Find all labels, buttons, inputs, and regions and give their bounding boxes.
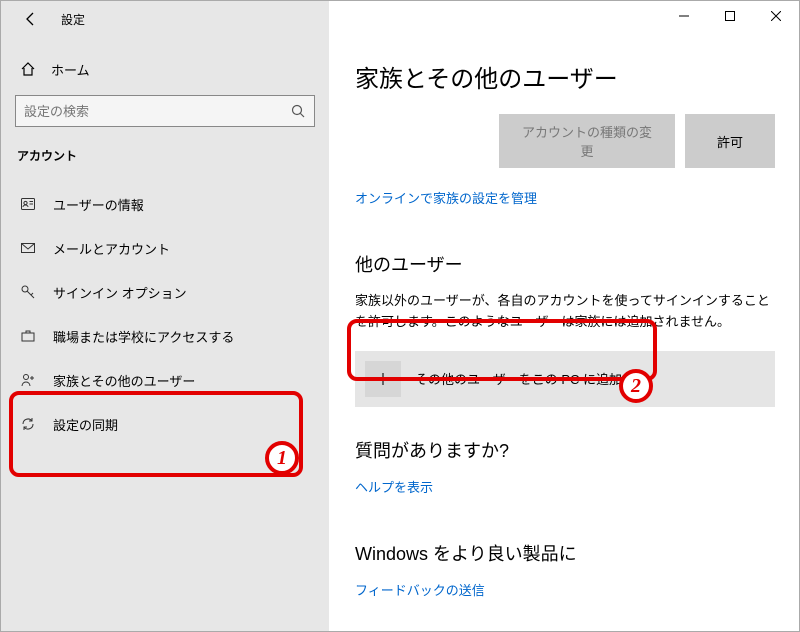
briefcase-icon: [19, 328, 37, 344]
change-account-type-button[interactable]: アカウントの種類の変更: [499, 114, 675, 168]
key-icon: [19, 284, 37, 300]
nav-item-family-users[interactable]: 家族とその他のユーザー: [1, 358, 329, 402]
plus-icon: [365, 361, 401, 397]
help-link[interactable]: ヘルプを表示: [355, 477, 775, 496]
search-input[interactable]: [24, 104, 290, 119]
nav-label: 設定の同期: [53, 415, 118, 434]
allow-button[interactable]: 許可: [685, 114, 775, 168]
manage-family-online-link[interactable]: オンラインで家族の設定を管理: [355, 188, 775, 207]
nav-item-signin-options[interactable]: サインイン オプション: [1, 270, 329, 314]
maximize-button[interactable]: [707, 1, 753, 31]
page-title: 家族とその他のユーザー: [355, 59, 775, 94]
search-icon: [290, 103, 306, 119]
user-badge-icon: [19, 196, 37, 212]
home-link[interactable]: ホーム: [1, 49, 329, 89]
home-label: ホーム: [51, 60, 90, 79]
add-other-user-row[interactable]: その他のユーザーをこの PC に追加: [355, 351, 775, 407]
nav-item-work-school[interactable]: 職場または学校にアクセスする: [1, 314, 329, 358]
nav-label: 家族とその他のユーザー: [53, 371, 195, 390]
mail-icon: [19, 240, 37, 256]
feedback-link[interactable]: フィードバックの送信: [355, 580, 775, 599]
sync-icon: [19, 416, 37, 432]
home-icon: [19, 61, 37, 77]
minimize-button[interactable]: [661, 1, 707, 31]
nav-label: サインイン オプション: [53, 283, 187, 302]
window-title: 設定: [61, 11, 85, 28]
improve-windows-heading: Windows をより良い製品に: [355, 540, 775, 566]
add-other-user-label: その他のユーザーをこの PC に追加: [415, 369, 622, 388]
back-button[interactable]: [19, 7, 43, 31]
other-users-description: 家族以外のユーザーが、各自のアカウントを使ってサインインすることを許可します。こ…: [355, 291, 775, 333]
section-header-accounts: アカウント: [1, 127, 329, 170]
other-users-heading: 他のユーザー: [355, 251, 775, 277]
question-heading: 質問がありますか?: [355, 437, 775, 463]
add-user-icon: [19, 372, 37, 388]
close-button[interactable]: [753, 1, 799, 31]
nav-label: ユーザーの情報: [53, 195, 144, 214]
nav-item-email-accounts[interactable]: メールとアカウント: [1, 226, 329, 270]
nav-label: メールとアカウント: [53, 239, 170, 258]
nav-item-sync-settings[interactable]: 設定の同期: [1, 402, 329, 446]
nav-label: 職場または学校にアクセスする: [53, 327, 234, 346]
search-box[interactable]: [15, 95, 315, 127]
nav-item-user-info[interactable]: ユーザーの情報: [1, 182, 329, 226]
